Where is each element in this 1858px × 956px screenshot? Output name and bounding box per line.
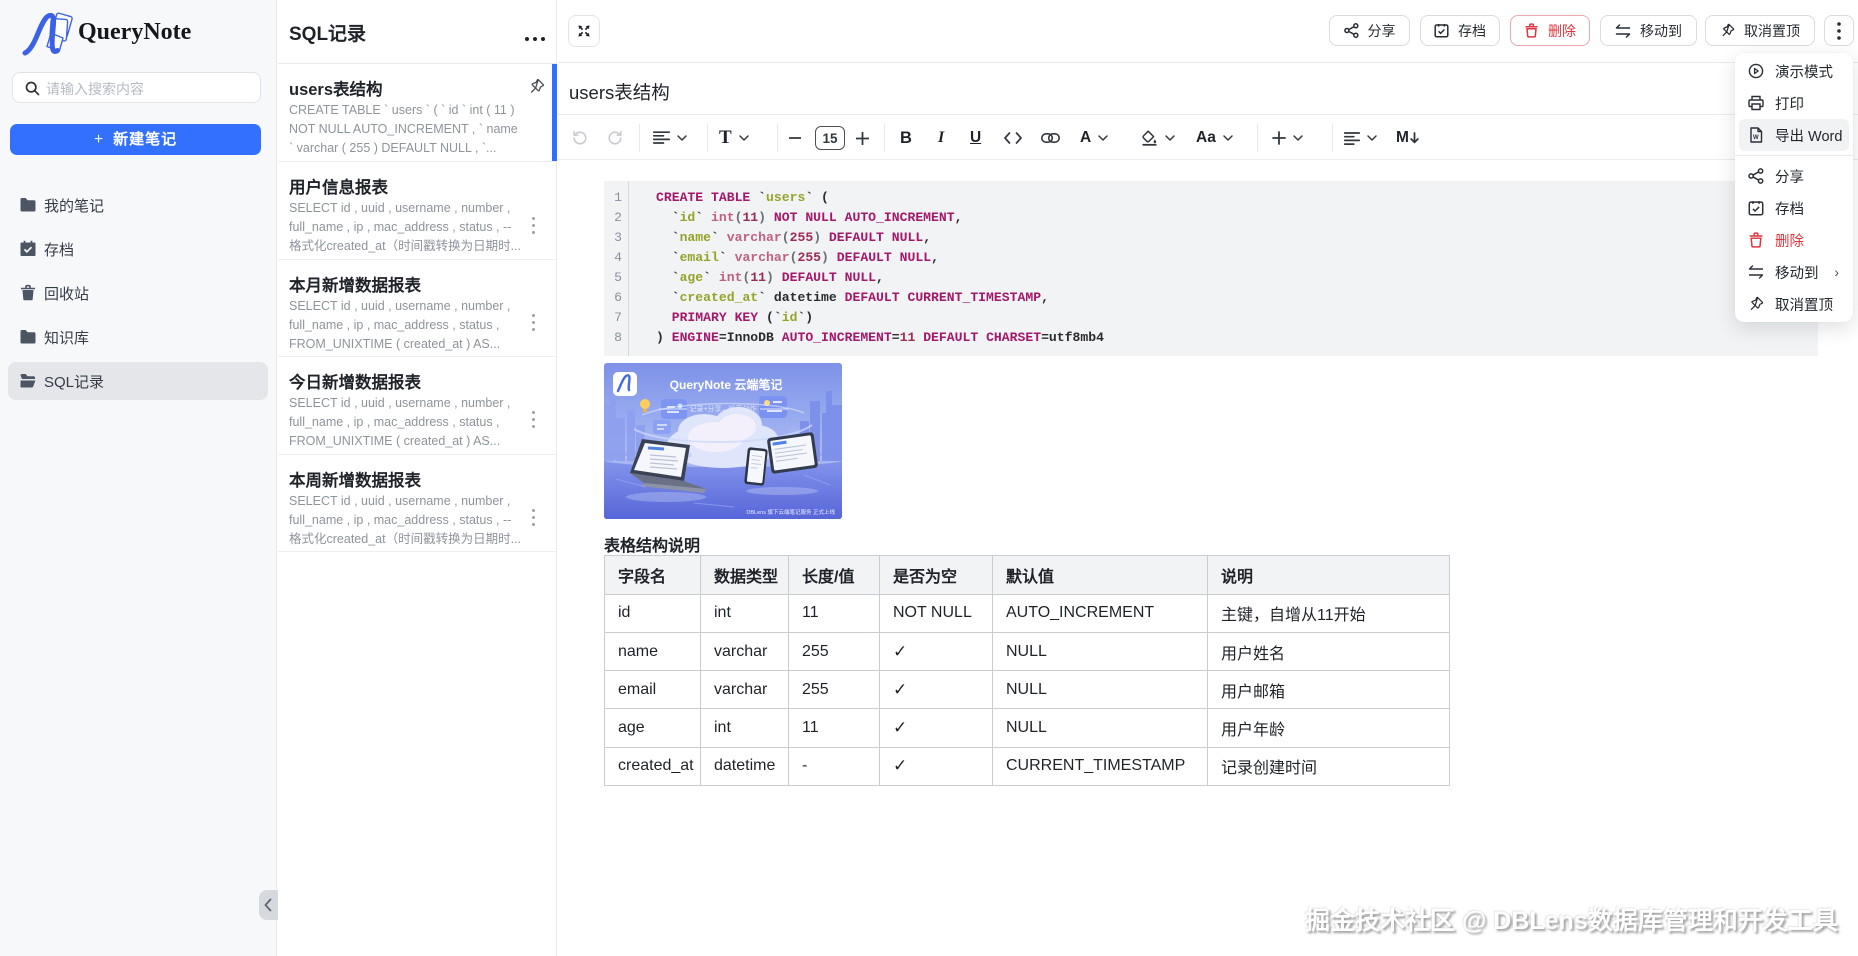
- svg-text:QueryNote 云端笔记: QueryNote 云端笔记: [670, 377, 783, 392]
- svg-text:记录+分享，检索创作: 记录+分享，检索创作: [689, 404, 756, 413]
- svg-text:DBLens 旗下云端笔记服务 正式上线: DBLens 旗下云端笔记服务 正式上线: [746, 508, 835, 516]
- svg-text:W: W: [1753, 135, 1759, 141]
